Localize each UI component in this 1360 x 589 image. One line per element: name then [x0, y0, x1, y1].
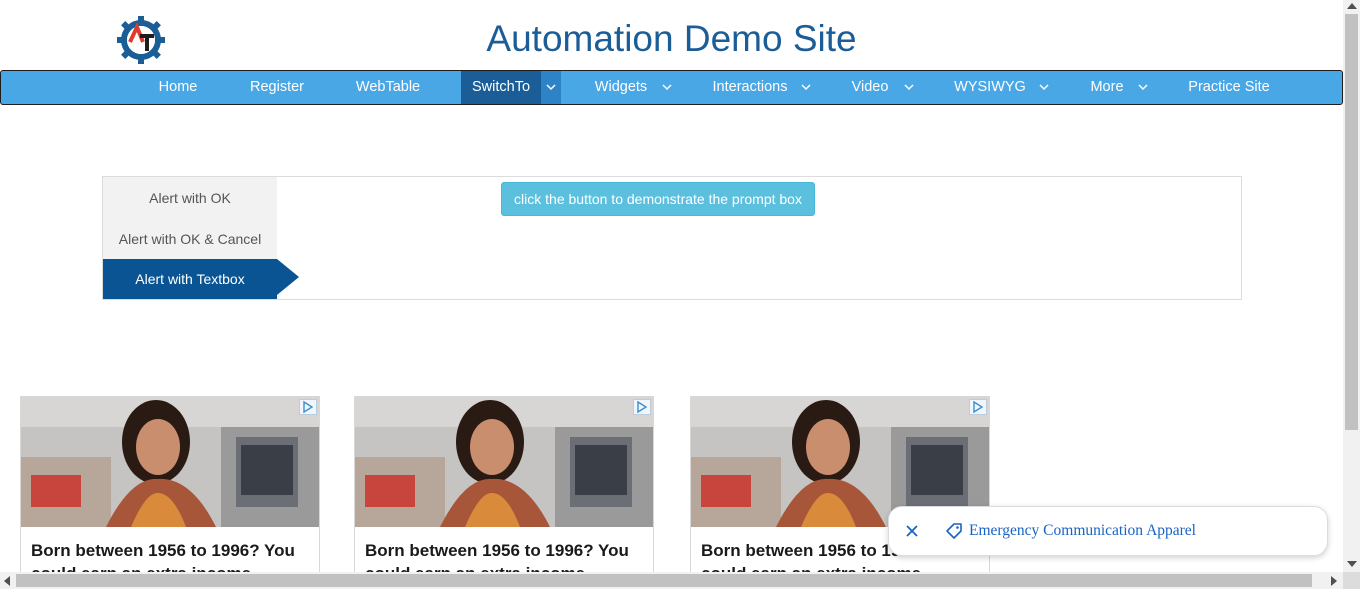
chevron-down-icon[interactable] [541, 71, 561, 104]
nav-item-video[interactable]: Video [843, 71, 897, 104]
main-nav: Home Register WebTable SwitchTo Widgets … [0, 70, 1343, 105]
scroll-right-icon[interactable] [1331, 576, 1337, 586]
scroll-down-icon[interactable] [1347, 561, 1357, 567]
tag-icon [945, 522, 963, 540]
tab-alert-with-textbox[interactable]: Alert with Textbox [103, 259, 277, 299]
horizontal-scroll-thumb[interactable] [16, 574, 1312, 587]
chevron-down-icon[interactable] [1133, 71, 1153, 104]
ad-image[interactable] [21, 397, 319, 527]
alert-tab-list: Alert with OK Alert with OK & Cancel Ale… [103, 177, 277, 299]
ad-card[interactable]: Born between 1956 to 1996? You could ear… [354, 396, 654, 576]
adchoices-icon[interactable] [969, 399, 987, 415]
ad-headline[interactable]: Born between 1956 to 1996? You could ear… [31, 539, 316, 575]
ad-image[interactable] [355, 397, 653, 527]
nav-item-widgets[interactable]: Widgets [589, 71, 653, 104]
ad-card[interactable]: Born between 1956 to 1996? You could ear… [20, 396, 320, 576]
nav-item-more[interactable]: More [1081, 71, 1133, 104]
nav-item-wysiwyg[interactable]: WYSIWYG [947, 71, 1033, 104]
chevron-down-icon[interactable] [1034, 71, 1054, 104]
vertical-scroll-thumb[interactable] [1345, 14, 1358, 430]
scroll-left-icon[interactable] [4, 576, 10, 586]
page: Automation Demo Site Home Register WebTa… [0, 0, 1360, 589]
nav-item-register[interactable]: Register [241, 71, 313, 104]
scrollbar-corner [1343, 572, 1360, 589]
chevron-down-icon[interactable] [899, 71, 919, 104]
tab-alert-with-ok-cancel[interactable]: Alert with OK & Cancel [103, 219, 277, 259]
suggestion-toast: Emergency Communication Apparel [888, 506, 1328, 556]
page-title: Automation Demo Site [486, 18, 857, 59]
nav-item-interactions[interactable]: Interactions [705, 71, 795, 104]
nav-item-webtable[interactable]: WebTable [347, 71, 429, 104]
toast-link[interactable]: Emergency Communication Apparel [969, 522, 1196, 540]
adchoices-icon[interactable] [633, 399, 651, 415]
tab-alert-with-ok[interactable]: Alert with OK [103, 178, 277, 218]
nav-item-switchto[interactable]: SwitchTo [461, 71, 541, 104]
scroll-up-icon[interactable] [1347, 3, 1357, 9]
close-icon[interactable] [904, 523, 920, 539]
chevron-down-icon[interactable] [657, 71, 677, 104]
ad-headline[interactable]: Born between 1956 to 1996? You could ear… [365, 539, 650, 575]
alerts-panel: Alert with OK Alert with OK & Cancel Ale… [102, 176, 1242, 300]
nav-item-home[interactable]: Home [151, 71, 205, 104]
chevron-down-icon[interactable] [796, 71, 816, 104]
active-tab-arrow [277, 259, 299, 295]
adchoices-icon[interactable] [299, 399, 317, 415]
nav-item-practice-site[interactable]: Practice Site [1181, 71, 1277, 104]
prompt-box-button[interactable]: click the button to demonstrate the prom… [501, 182, 815, 216]
